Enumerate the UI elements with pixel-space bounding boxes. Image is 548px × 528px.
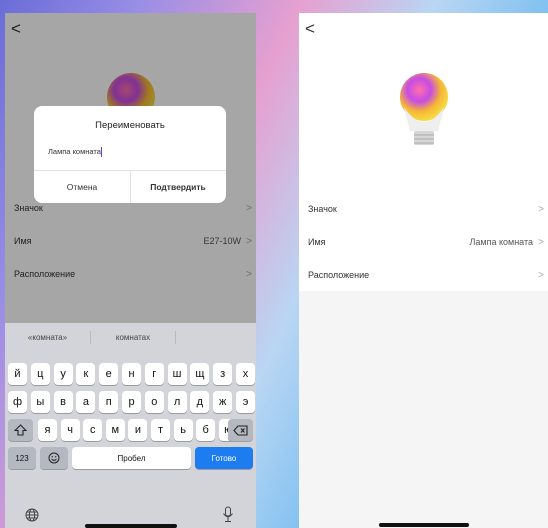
- key-8[interactable]: ш: [167, 363, 187, 385]
- text-caret: [100, 147, 102, 158]
- key-4[interactable]: а: [76, 391, 96, 413]
- key-11[interactable]: э: [236, 391, 255, 413]
- shift-key[interactable]: [8, 419, 33, 441]
- key-6[interactable]: р: [122, 391, 141, 413]
- rename-dialog: Переименовать Лампа комната Отмена Подтв…: [34, 106, 226, 203]
- chevron-right-icon: >: [538, 269, 544, 281]
- key-2[interactable]: ч: [60, 419, 80, 441]
- key-3[interactable]: в: [53, 391, 73, 413]
- key-3[interactable]: у: [53, 363, 73, 385]
- location-row[interactable]: Расположение >: [299, 259, 548, 291]
- globe-icon[interactable]: [25, 508, 39, 527]
- key-8[interactable]: л: [167, 391, 187, 413]
- key-2[interactable]: ы: [30, 391, 50, 413]
- right-phone-screen: < Значок > Имя Лампа комната > Расположе…: [299, 13, 548, 528]
- space-key[interactable]: Пробел: [72, 447, 191, 469]
- backspace-icon: [233, 424, 248, 436]
- chevron-right-icon: >: [538, 236, 544, 248]
- dialog-title: Переименовать: [95, 120, 165, 131]
- keyboard: «комната» комнатах йцукенгшщзх фывапролд…: [5, 323, 256, 528]
- key-1[interactable]: й: [8, 363, 27, 385]
- key-4[interactable]: к: [76, 363, 96, 385]
- left-phone-screen: < Значок > Имя E27-10W > Расположение > …: [5, 13, 256, 528]
- key-9[interactable]: д: [190, 391, 210, 413]
- cancel-button[interactable]: Отмена: [34, 170, 130, 203]
- icon-row[interactable]: Значок >: [299, 193, 548, 225]
- back-button[interactable]: <: [305, 19, 315, 39]
- key-10[interactable]: ж: [213, 391, 233, 413]
- rename-input[interactable]: Лампа комната: [48, 147, 102, 158]
- suggestion-3[interactable]: [176, 323, 256, 351]
- suggestion-2[interactable]: комнатах: [91, 323, 175, 351]
- name-value: Лампа комната: [469, 237, 533, 247]
- chevron-right-icon: >: [538, 203, 544, 215]
- key-6[interactable]: т: [151, 419, 170, 441]
- key-5[interactable]: п: [99, 391, 119, 413]
- home-indicator: [85, 524, 177, 528]
- key-9[interactable]: щ: [190, 363, 210, 385]
- key-10[interactable]: з: [213, 363, 233, 385]
- row-label: Расположение: [308, 270, 370, 280]
- numbers-key[interactable]: 123: [8, 447, 36, 469]
- confirm-button[interactable]: Подтвердить: [130, 170, 226, 203]
- home-indicator: [379, 523, 469, 527]
- key-7[interactable]: г: [144, 363, 164, 385]
- row-label: Значок: [308, 204, 337, 214]
- key-8[interactable]: б: [196, 419, 216, 441]
- emoji-icon: [48, 452, 60, 464]
- done-key[interactable]: Готово: [195, 447, 253, 469]
- microphone-icon[interactable]: [222, 506, 234, 528]
- key-1[interactable]: ф: [8, 391, 27, 413]
- bulb-icon: [400, 73, 448, 145]
- shift-icon: [14, 424, 27, 436]
- key-1[interactable]: я: [38, 419, 57, 441]
- rename-input-value: Лампа комната: [48, 147, 101, 156]
- key-7[interactable]: ь: [173, 419, 193, 441]
- key-4[interactable]: м: [105, 419, 125, 441]
- key-7[interactable]: о: [144, 391, 164, 413]
- key-6[interactable]: н: [122, 363, 141, 385]
- suggestion-1[interactable]: «комната»: [5, 323, 90, 351]
- key-11[interactable]: х: [236, 363, 255, 385]
- emoji-key[interactable]: [40, 447, 68, 469]
- backspace-key[interactable]: [228, 419, 253, 441]
- key-3[interactable]: с: [83, 419, 103, 441]
- name-row[interactable]: Имя Лампа комната >: [299, 226, 548, 258]
- key-5[interactable]: и: [128, 419, 148, 441]
- row-label: Имя: [308, 237, 326, 247]
- key-5[interactable]: е: [99, 363, 119, 385]
- key-2[interactable]: ц: [30, 363, 50, 385]
